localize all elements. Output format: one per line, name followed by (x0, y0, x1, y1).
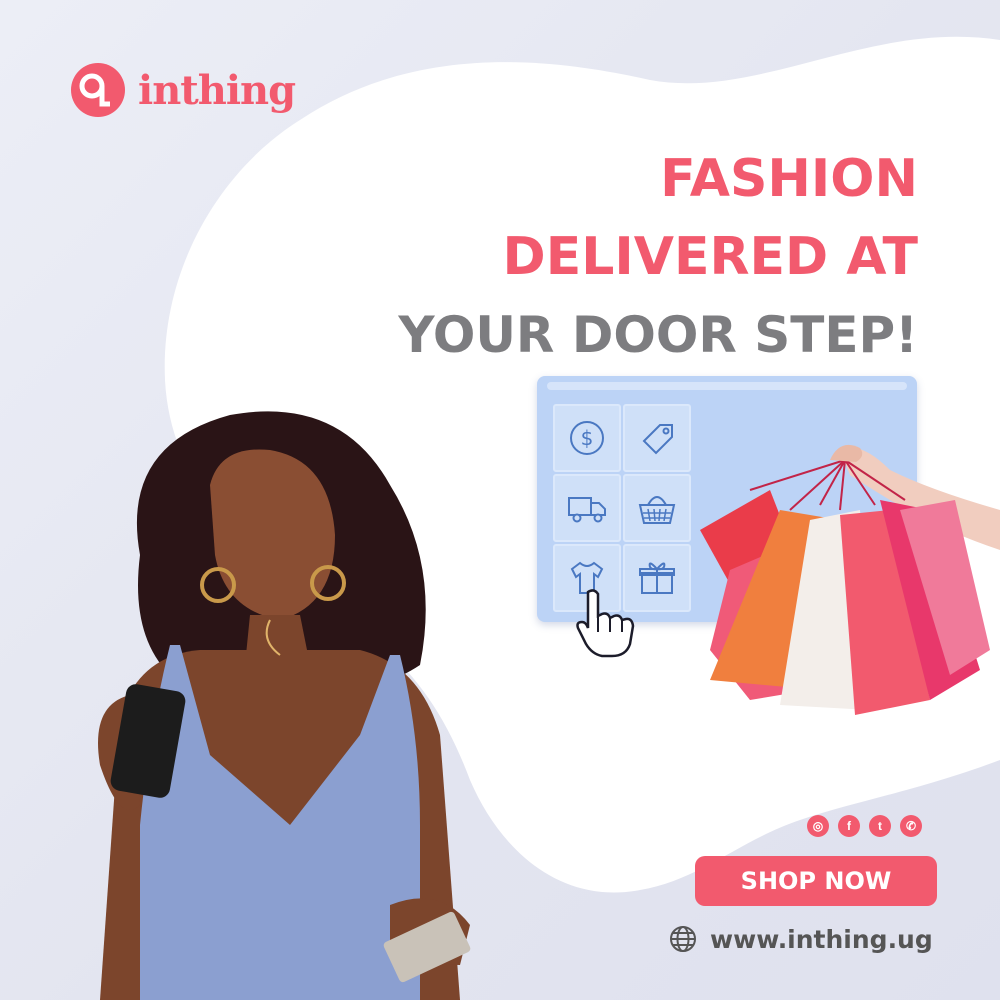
headline: FASHION DELIVERED AT YOUR DOOR STEP! (398, 140, 918, 374)
truck-tile (553, 474, 621, 542)
woman-with-phone-image (98, 411, 471, 1000)
hand-cursor-icon (576, 589, 635, 658)
logo-mark-icon (71, 63, 125, 117)
brand-logo[interactable]: inthing (70, 62, 296, 118)
svg-text:$: $ (581, 426, 594, 450)
dollar-icon: $ (570, 421, 604, 455)
instagram-icon[interactable]: ◎ (807, 815, 829, 837)
shop-now-button[interactable]: SHOP NOW (695, 856, 937, 906)
dollar-tile: $ (553, 404, 621, 472)
basket-icon (638, 496, 676, 524)
website-url: www.inthing.ug (710, 924, 933, 954)
whatsapp-icon[interactable]: ✆ (900, 815, 922, 837)
basket-tile (623, 474, 691, 542)
globe-icon (670, 926, 696, 952)
headline-line-2: DELIVERED AT (502, 227, 918, 287)
truck-icon (568, 497, 606, 523)
headline-line-3: YOUR DOOR STEP! (398, 306, 918, 364)
twitter-icon[interactable]: t (869, 815, 891, 837)
headline-line-1: FASHION (660, 149, 918, 209)
tag-icon (642, 424, 673, 455)
facebook-icon[interactable]: f (838, 815, 860, 837)
brand-name: inthing (138, 66, 296, 114)
shopping-bags-illustration (700, 444, 1000, 715)
social-links: ◎ f t ✆ (807, 815, 922, 837)
tag-tile (623, 404, 691, 472)
screen-title-bar (547, 382, 907, 390)
website-link[interactable]: www.inthing.ug (668, 924, 933, 954)
